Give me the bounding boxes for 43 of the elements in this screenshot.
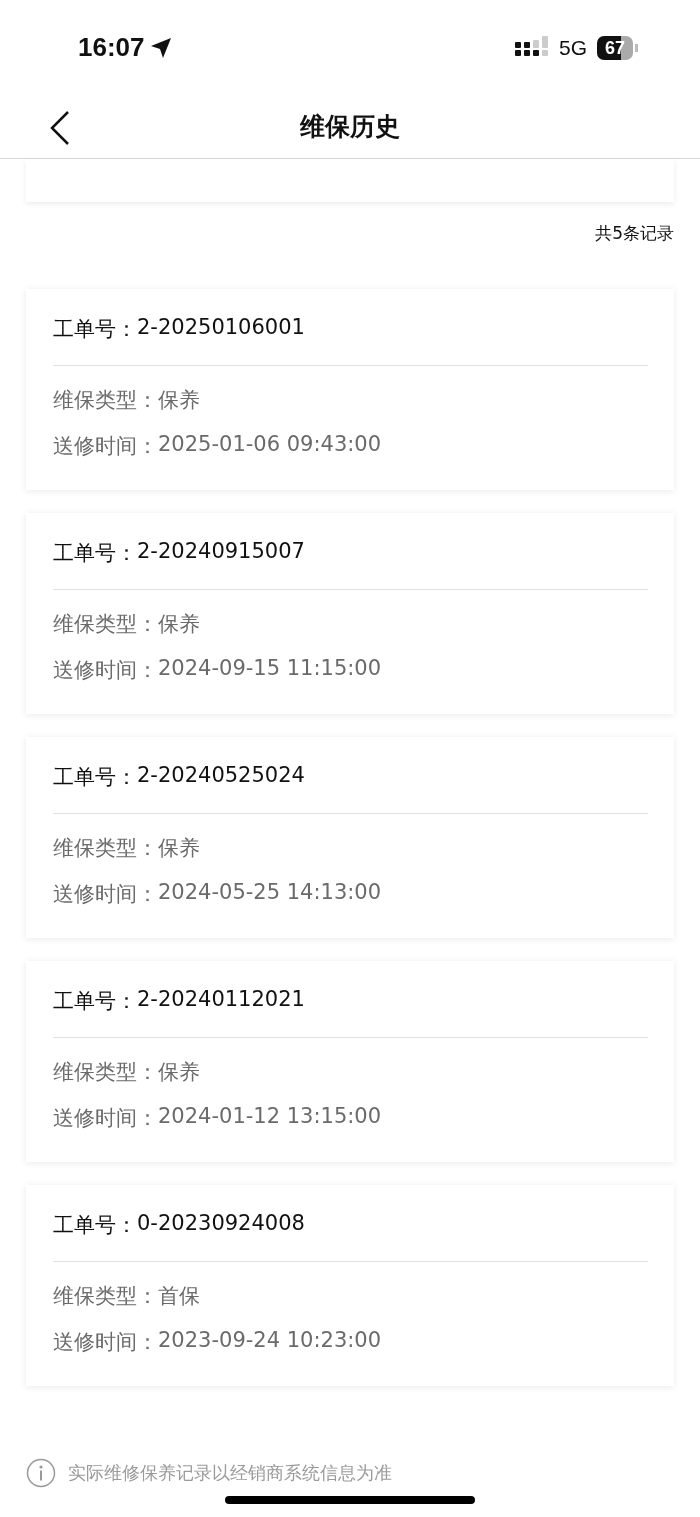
service-time: 2023-09-24 10:23:00	[158, 1328, 382, 1354]
maintenance-type: 保养	[158, 611, 200, 638]
order-number: 0-20230924008	[137, 1211, 305, 1237]
time-label: 送修时间：	[53, 1329, 158, 1356]
order-label: 工单号：	[53, 1212, 137, 1239]
time-label: 送修时间：	[53, 881, 158, 908]
back-icon[interactable]	[48, 111, 72, 145]
maintenance-type: 保养	[158, 835, 200, 862]
record-card[interactable]: 工单号：2-20240525024 维保类型：保养 送修时间：2024-05-25 14:13:00	[26, 737, 674, 938]
order-number: 2-20240112021	[137, 987, 305, 1013]
service-time: 2024-01-12 13:15:00	[158, 1104, 382, 1130]
order-label: 工单号：	[53, 540, 137, 567]
record-count: 共5条记录	[595, 222, 674, 245]
record-card[interactable]: 工单号：2-20240915007 维保类型：保养 送修时间：2024-09-15 11:15:00	[26, 513, 674, 714]
clock-time: 16:07	[78, 32, 145, 63]
maintenance-type: 首保	[158, 1283, 200, 1310]
time-label: 送修时间：	[53, 657, 158, 684]
record-card[interactable]: 工单号：2-20240112021 维保类型：保养 送修时间：2024-01-12 13:15:00	[26, 961, 674, 1162]
service-time: 2024-05-25 14:13:00	[158, 880, 382, 906]
type-label: 维保类型：	[53, 387, 158, 414]
type-label: 维保类型：	[53, 1059, 158, 1086]
order-label: 工单号：	[53, 316, 137, 343]
order-label: 工单号：	[53, 764, 137, 791]
service-time: 2024-09-15 11:15:00	[158, 656, 382, 682]
order-number: 2-20240525024	[137, 763, 305, 789]
record-card[interactable]: 工单号：0-20230924008 维保类型：首保 送修时间：2023-09-24 10:23:00	[26, 1185, 674, 1386]
order-number: 2-20250106001	[137, 315, 305, 341]
maintenance-type: 保养	[158, 387, 200, 414]
page-title: 维保历史	[300, 111, 400, 143]
record-card[interactable]: 工单号：2-20250106001 维保类型：保养 送修时间：2025-01-06 09:43:00	[26, 289, 674, 490]
type-label: 维保类型：	[53, 835, 158, 862]
time-label: 送修时间：	[53, 1105, 158, 1132]
maintenance-type: 保养	[158, 1059, 200, 1086]
order-label: 工单号：	[53, 988, 137, 1015]
time-label: 送修时间：	[53, 433, 158, 460]
type-label: 维保类型：	[53, 611, 158, 638]
info-icon	[26, 1458, 56, 1488]
footer-note: 实际维修保养记录以经销商系统信息为准	[68, 1461, 392, 1485]
network-type: 5G	[558, 35, 587, 60]
type-label: 维保类型：	[53, 1283, 158, 1310]
battery-cap-icon	[635, 43, 638, 52]
service-time: 2025-01-06 09:43:00	[158, 432, 382, 458]
order-number: 2-20240915007	[137, 539, 305, 565]
